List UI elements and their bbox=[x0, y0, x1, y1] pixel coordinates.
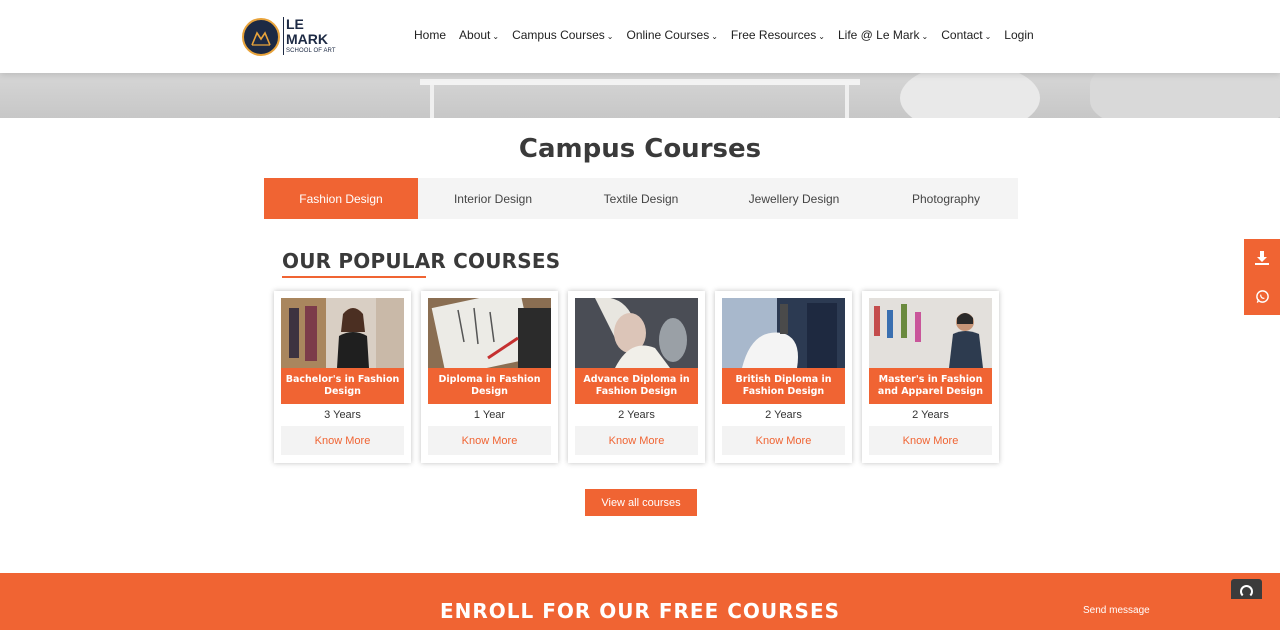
course-title: Bachelor's in Fashion Design bbox=[281, 368, 404, 404]
course-card[interactable]: Advance Diploma in Fashion Design 2 Year… bbox=[568, 291, 705, 463]
course-duration: 2 Years bbox=[912, 409, 949, 421]
course-image bbox=[869, 298, 992, 368]
banner-shape bbox=[430, 85, 434, 118]
course-duration: 2 Years bbox=[618, 409, 655, 421]
logo-line-1: LE bbox=[286, 16, 304, 32]
view-all-courses-button[interactable]: View all courses bbox=[585, 489, 697, 516]
course-duration: 1 Year bbox=[473, 409, 506, 421]
course-title: Diploma in Fashion Design bbox=[428, 368, 551, 404]
know-more-button[interactable]: Know More bbox=[722, 426, 845, 455]
course-image bbox=[575, 298, 698, 368]
main-nav: Home About ⌄ Campus Courses ⌄ Online Cours… bbox=[414, 28, 1034, 42]
course-image bbox=[281, 298, 404, 368]
chat-widget-icon[interactable] bbox=[1231, 579, 1262, 599]
nav-about[interactable]: About ⌄ bbox=[459, 28, 499, 42]
course-tabs: Fashion Design Interior Design Textile D… bbox=[264, 178, 1018, 219]
side-action-bar bbox=[1244, 239, 1280, 315]
campus-courses-title: Campus Courses bbox=[518, 134, 762, 164]
know-more-button[interactable]: Know More bbox=[869, 426, 992, 455]
nav-label: Campus Courses bbox=[512, 28, 605, 42]
course-title: Master's in Fashion and Apparel Design bbox=[869, 368, 992, 404]
logo-text: LE MARK SCHOOL OF ART bbox=[283, 17, 336, 55]
logo-line-2: MARK bbox=[286, 31, 328, 47]
popular-courses-heading: OUR POPULAR COURSES bbox=[282, 249, 561, 273]
nav-label: Life @ Le Mark bbox=[837, 28, 920, 42]
nav-home[interactable]: Home bbox=[414, 28, 446, 42]
chevron-down-icon: ⌄ bbox=[711, 31, 718, 41]
chat-bubble-icon bbox=[1240, 585, 1253, 598]
chevron-down-icon: ⌄ bbox=[818, 31, 825, 41]
banner-table-shape bbox=[420, 79, 860, 85]
site-header: LE MARK SCHOOL OF ART Home About ⌄ Campus… bbox=[0, 0, 1280, 73]
course-card[interactable]: Master's in Fashion and Apparel Design 2… bbox=[862, 291, 999, 463]
nav-contact[interactable]: Contact ⌄ bbox=[941, 28, 991, 42]
download-icon[interactable] bbox=[1244, 239, 1280, 277]
know-more-button[interactable]: Know More bbox=[575, 426, 698, 455]
logo-emblem-icon bbox=[242, 18, 280, 56]
nav-online-courses[interactable]: Online Courses ⌄ bbox=[626, 28, 717, 42]
nav-campus-courses[interactable]: Campus Courses ⌄ bbox=[512, 28, 613, 42]
nav-label: Contact bbox=[941, 28, 983, 42]
nav-life-at-le-mark[interactable]: Life @ Le Mark ⌄ bbox=[838, 28, 928, 42]
chevron-down-icon: ⌄ bbox=[984, 31, 992, 41]
chevron-down-icon: ⌄ bbox=[492, 31, 500, 41]
heading-underline bbox=[282, 276, 426, 278]
course-duration: 2 Years bbox=[765, 409, 802, 421]
send-message-link[interactable]: Send message bbox=[1083, 605, 1150, 616]
course-card[interactable]: Diploma in Fashion Design 1 Year Know Mo… bbox=[421, 291, 558, 463]
nav-label: About bbox=[459, 28, 491, 42]
logo[interactable]: LE MARK SCHOOL OF ART bbox=[242, 17, 342, 59]
tab-jewellery-design[interactable]: Jewellery Design bbox=[714, 178, 874, 219]
course-cards: Bachelor's in Fashion Design 3 Years Kno… bbox=[274, 291, 999, 463]
banner-shape bbox=[845, 85, 849, 118]
enroll-banner: ENROLL FOR OUR FREE COURSES Send message bbox=[0, 573, 1280, 630]
chevron-down-icon: ⌄ bbox=[921, 31, 929, 41]
tab-interior-design[interactable]: Interior Design bbox=[418, 178, 568, 219]
tab-photography[interactable]: Photography bbox=[874, 178, 1018, 219]
nav-free-resources[interactable]: Free Resources ⌄ bbox=[731, 28, 825, 42]
course-card[interactable]: British Diploma in Fashion Design 2 Year… bbox=[715, 291, 852, 463]
course-image bbox=[722, 298, 845, 368]
know-more-button[interactable]: Know More bbox=[428, 426, 551, 455]
nav-label: Login bbox=[1004, 28, 1034, 42]
nav-label: Online Courses bbox=[626, 28, 710, 42]
nav-label: Free Resources bbox=[730, 28, 817, 42]
course-title: Advance Diploma in Fashion Design bbox=[575, 368, 698, 404]
logo-line-3: SCHOOL OF ART bbox=[286, 48, 336, 54]
course-card[interactable]: Bachelor's in Fashion Design 3 Years Kno… bbox=[274, 291, 411, 463]
course-duration: 3 Years bbox=[324, 409, 361, 421]
nav-login[interactable]: Login bbox=[1004, 28, 1033, 42]
whatsapp-icon[interactable] bbox=[1244, 277, 1280, 315]
tab-fashion-design[interactable]: Fashion Design bbox=[264, 178, 418, 219]
banner-shape bbox=[1090, 73, 1280, 118]
course-image bbox=[428, 298, 551, 368]
hero-banner-image bbox=[0, 73, 1280, 118]
tab-textile-design[interactable]: Textile Design bbox=[568, 178, 714, 219]
know-more-button[interactable]: Know More bbox=[281, 426, 404, 455]
nav-label: Home bbox=[414, 28, 447, 42]
course-title: British Diploma in Fashion Design bbox=[722, 368, 845, 404]
chevron-down-icon: ⌄ bbox=[606, 31, 614, 41]
banner-shape bbox=[900, 73, 1040, 118]
